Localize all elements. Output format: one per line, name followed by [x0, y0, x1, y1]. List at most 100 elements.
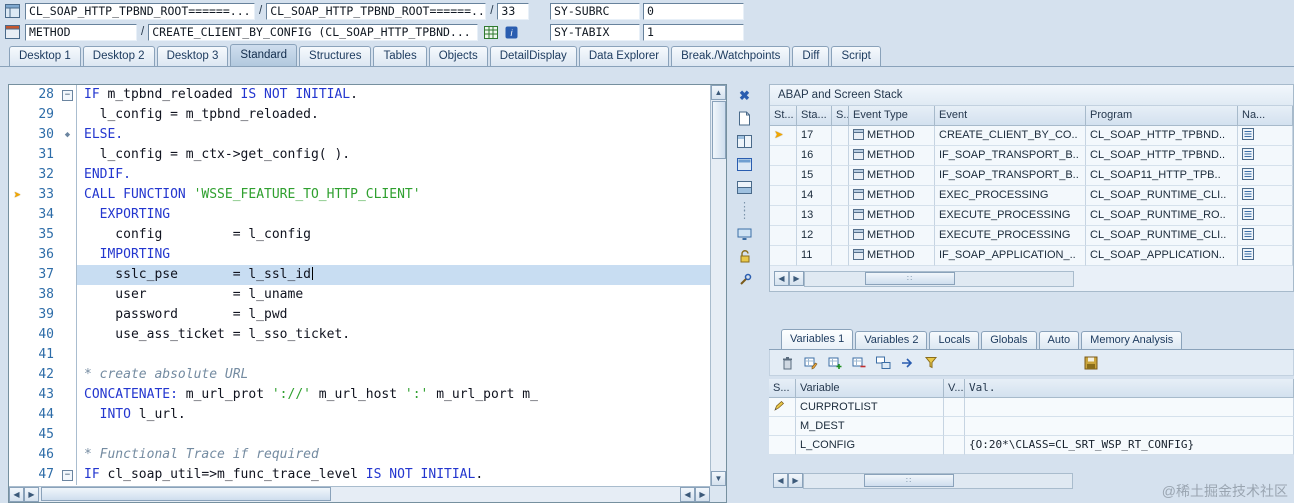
goto-icon[interactable]: [898, 354, 916, 372]
stack-row[interactable]: 15 METHOD IF_SOAP_TRANSPORT_B.. CL_SOAP11_H…: [770, 166, 1293, 186]
table-add-icon[interactable]: [826, 354, 844, 372]
breakpoint-gutter[interactable]: [9, 285, 26, 305]
breakpoint-gutter[interactable]: [9, 125, 26, 145]
variables-scroll-left-button[interactable]: ◀: [773, 473, 788, 488]
code-text[interactable]: [76, 425, 710, 445]
tools-icon[interactable]: [734, 270, 755, 289]
stack-column-header[interactable]: Event: [935, 106, 1086, 126]
vertical-scroll-thumb[interactable]: [711, 101, 726, 159]
variable-value[interactable]: {O:20*\CLASS=CL_SRT_WSP_RT_CONFIG}: [965, 436, 1294, 455]
variables-scroll-track[interactable]: ∷: [803, 473, 1073, 489]
fold-column[interactable]: −: [59, 85, 76, 105]
stack-column-header[interactable]: Program: [1086, 106, 1238, 126]
code-text[interactable]: ENDIF.: [76, 165, 710, 185]
stack-scroll-thumb[interactable]: ∷: [865, 272, 955, 285]
breakpoint-gutter[interactable]: ➤: [9, 185, 26, 205]
editor-horizontal-scrollbar[interactable]: ◀ ▶ ◀ ▶: [9, 486, 710, 502]
stack-scroll-left-button[interactable]: ◀: [774, 271, 789, 286]
breakpoint-gutter[interactable]: [9, 85, 26, 105]
sy-subrc-value-field[interactable]: 0: [643, 2, 744, 20]
fold-column[interactable]: [59, 245, 76, 265]
variable-row[interactable]: M_DEST: [769, 417, 1294, 436]
trash-icon[interactable]: [778, 354, 796, 372]
grip-handle[interactable]: ⋮ ⋮: [734, 201, 755, 220]
code-text[interactable]: IF cl_soap_util=>m_func_trace_level IS N…: [76, 465, 710, 485]
table-remove-icon[interactable]: [850, 354, 868, 372]
fold-column[interactable]: [59, 365, 76, 385]
save-icon[interactable]: [1082, 354, 1100, 372]
code-text[interactable]: * Functional Trace if required: [76, 445, 710, 465]
source-include-field[interactable]: CL_SOAP_HTTP_TPBND_ROOT======...: [266, 2, 487, 20]
scroll-up-button[interactable]: ▲: [711, 85, 726, 100]
fold-column[interactable]: [59, 325, 76, 345]
stack-column-header[interactable]: Event Type: [849, 106, 935, 126]
navigate-icon[interactable]: [1242, 248, 1254, 265]
navigate-icon[interactable]: [1242, 128, 1254, 145]
navigate-icon[interactable]: [1242, 228, 1254, 245]
stack-row[interactable]: 14 METHOD EXEC_PROCESSING CL_SOAP_RUNTIME_C…: [770, 186, 1293, 206]
code-text[interactable]: user = l_uname: [76, 285, 710, 305]
main-program-field[interactable]: CL_SOAP_HTTP_TPBND_ROOT======...: [25, 2, 255, 20]
fold-column[interactable]: [59, 205, 76, 225]
breakpoint-gutter[interactable]: [9, 105, 26, 125]
close-icon[interactable]: ✖: [734, 86, 755, 105]
split-screen-icon[interactable]: [734, 132, 755, 151]
code-line-43[interactable]: 43 CONCATENATE: m_url_prot '://' m_url_ho…: [9, 385, 710, 405]
fold-column[interactable]: [59, 385, 76, 405]
fold-column[interactable]: [59, 305, 76, 325]
desktop-tab-objects[interactable]: Objects: [428, 46, 488, 66]
desktop-tab-break-watchpoints[interactable]: Break./Watchpoints: [671, 46, 791, 66]
variable-name[interactable]: CURPROTLIST: [796, 398, 944, 417]
code-line-39[interactable]: 39 password = l_pwd: [9, 305, 710, 325]
scroll-right-button[interactable]: ▶: [695, 487, 710, 502]
stack-column-header[interactable]: St...: [770, 106, 797, 126]
page-right-button[interactable]: ▶: [24, 487, 39, 502]
fold-column[interactable]: [59, 225, 76, 245]
fold-column[interactable]: [59, 265, 76, 285]
unlock-icon[interactable]: [734, 247, 755, 266]
variables-scroll-right-button[interactable]: ▶: [788, 473, 803, 488]
code-line-42[interactable]: 42 * create absolute URL: [9, 365, 710, 385]
desktop-tab-data-explorer[interactable]: Data Explorer: [578, 46, 670, 66]
variables-tab-auto[interactable]: Auto: [1038, 331, 1080, 349]
filter-icon[interactable]: [922, 354, 940, 372]
stack-scroll-track[interactable]: ∷: [804, 271, 1074, 287]
table-edit-icon[interactable]: [802, 354, 820, 372]
fold-column[interactable]: [59, 145, 76, 165]
code-text[interactable]: password = l_pwd: [76, 305, 710, 325]
code-line-45[interactable]: 45: [9, 425, 710, 445]
code-text[interactable]: [76, 345, 710, 365]
desktop-tab-desktop-1[interactable]: Desktop 1: [9, 46, 81, 66]
breakpoint-gutter[interactable]: [9, 265, 26, 285]
structure-display-icon[interactable]: [482, 24, 499, 40]
desktop-tab-diff[interactable]: Diff: [792, 46, 830, 66]
tables-compare-icon[interactable]: [874, 354, 892, 372]
code-line-44[interactable]: 44 INTO l_url.: [9, 405, 710, 425]
fold-toggle-icon[interactable]: −: [62, 89, 73, 101]
variables-tab-locals[interactable]: Locals: [929, 331, 980, 349]
variable-name[interactable]: L_CONFIG: [796, 436, 944, 455]
stack-row[interactable]: 11 METHOD IF_SOAP_APPLICATION_.. CL_SOAP_AP…: [770, 246, 1293, 266]
fold-column[interactable]: [59, 165, 76, 185]
code-text[interactable]: l_config = m_ctx->get_config( ).: [76, 145, 710, 165]
fold-column[interactable]: [59, 285, 76, 305]
code-line-36[interactable]: 36 IMPORTING: [9, 245, 710, 265]
desktop-tab-tables[interactable]: Tables: [373, 46, 427, 66]
code-line-29[interactable]: 29 l_config = m_tpbnd_reloaded.: [9, 105, 710, 125]
sy-tabix-label-field[interactable]: SY-TABIX: [550, 23, 640, 41]
code-text[interactable]: sslc_pse = l_ssl_id: [76, 265, 710, 285]
breakpoint-gutter[interactable]: [9, 365, 26, 385]
code-line-38[interactable]: 38 user = l_uname: [9, 285, 710, 305]
code-text[interactable]: IMPORTING: [76, 245, 710, 265]
stack-column-header[interactable]: Sta...: [797, 106, 832, 126]
desktop-tab-script[interactable]: Script: [831, 46, 881, 66]
fold-column[interactable]: [59, 405, 76, 425]
sy-tabix-value-field[interactable]: 1: [643, 23, 744, 41]
fold-column[interactable]: [59, 445, 76, 465]
fold-column[interactable]: [59, 105, 76, 125]
code-line-35[interactable]: 35 config = l_config: [9, 225, 710, 245]
full-screen-icon[interactable]: [734, 155, 755, 174]
code-text[interactable]: IF m_tpbnd_reloaded IS NOT INITIAL.: [76, 85, 710, 105]
editor-vertical-scrollbar[interactable]: ▲ ▼: [710, 85, 726, 486]
variables-scroll-thumb[interactable]: ∷: [864, 474, 954, 487]
